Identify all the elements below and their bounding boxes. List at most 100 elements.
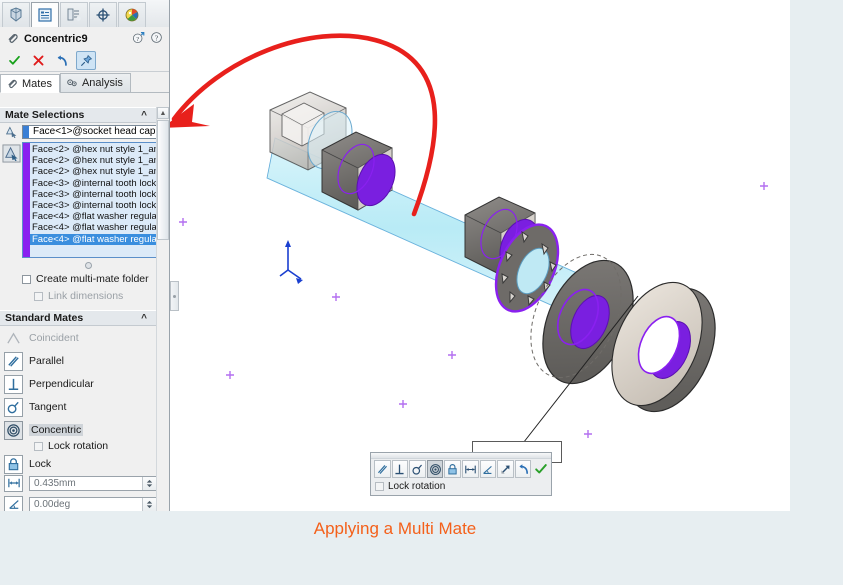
mate-context-buttons xyxy=(371,459,551,478)
distance-icon xyxy=(465,465,476,473)
link-dimensions-label: Link dimensions xyxy=(48,290,124,302)
screenshot-root: Concentric9 ? ? Mates Analysis Mate Sele… xyxy=(0,0,843,585)
face-list-item[interactable]: Face<4> @flat washer regular_a xyxy=(30,222,156,233)
help-question-icon[interactable]: ? xyxy=(150,31,163,44)
context-angle-button[interactable] xyxy=(479,460,497,478)
mate-option-tangent[interactable]: Tangent xyxy=(0,396,163,418)
context-lock-rotation-row[interactable]: Lock rotation xyxy=(371,478,551,492)
mate-selections-header[interactable]: Mate Selections ^ xyxy=(0,107,163,123)
context-concentric-button[interactable] xyxy=(426,460,444,478)
scrollbar-thumb[interactable] xyxy=(157,120,169,240)
perpendicular-icon xyxy=(395,464,404,474)
close-icon xyxy=(33,55,43,66)
property-list-icon xyxy=(38,8,52,22)
entities-to-mate-field[interactable]: Face<1>@socket head cap scre xyxy=(22,124,157,139)
concentric-icon xyxy=(4,420,23,440)
cancel-button[interactable] xyxy=(28,51,48,70)
face-list-item[interactable]: Face<3> @internal tooth lock w xyxy=(30,200,156,211)
multi-mate-selection-row: Face<2> @hex nut style 1_am-2 Face<2> @he… xyxy=(0,142,163,260)
panel-scrollbar[interactable]: ▲ xyxy=(156,107,169,511)
svg-text:?: ? xyxy=(136,36,139,43)
context-distance-button[interactable] xyxy=(461,460,479,478)
graphics-viewport[interactable] xyxy=(170,0,790,511)
ok-button[interactable] xyxy=(4,51,24,70)
mate-distance-value: 0.435mm xyxy=(34,477,76,489)
field-focus-marker xyxy=(23,125,29,138)
mate-distance-stepper[interactable] xyxy=(142,476,156,490)
context-lock-rotation-checkbox[interactable] xyxy=(375,482,384,491)
lock-rotation-row[interactable]: Lock rotation xyxy=(34,440,108,452)
mate-distance-field[interactable]: 0.435mm xyxy=(29,475,157,491)
property-manager-tab[interactable] xyxy=(31,2,59,27)
face-list-item[interactable]: Face<2> @hex nut style 1_am-2 xyxy=(30,144,156,155)
feature-manager-design-tree-tab[interactable] xyxy=(2,2,30,27)
create-multi-mate-folder-row[interactable]: Create multi-mate folder xyxy=(22,273,149,285)
mate-angle-stepper[interactable] xyxy=(142,497,156,511)
manager-tab-strip xyxy=(0,0,169,28)
undo-button[interactable] xyxy=(52,51,72,70)
entities-to-mate-row: Face<1>@socket head cap scre xyxy=(0,124,163,139)
angle-icon[interactable] xyxy=(4,495,23,511)
multi-select-indicator-bar xyxy=(23,143,30,257)
create-multi-mate-folder-checkbox[interactable] xyxy=(22,274,31,284)
parallel-icon xyxy=(377,464,387,474)
mate-distance-row: 0.435mm xyxy=(0,474,163,492)
standard-mates-header[interactable]: Standard Mates ^ xyxy=(0,310,163,326)
mate-option-coincident[interactable]: Coincident xyxy=(0,327,163,349)
mate-option-lock[interactable]: Lock xyxy=(0,453,163,475)
context-accept-button[interactable] xyxy=(532,460,549,478)
mate-angle-field[interactable]: 0.00deg xyxy=(29,496,157,511)
context-tangent-button[interactable] xyxy=(409,460,426,478)
face-list-items: Face<2> @hex nut style 1_am-2 Face<2> @he… xyxy=(30,143,156,257)
tab-mates[interactable]: Mates xyxy=(0,74,60,93)
mate-angle-value: 0.00deg xyxy=(34,498,71,510)
angle-icon xyxy=(483,465,493,474)
context-undo-button[interactable] xyxy=(514,460,532,478)
viewport-splitter-grip[interactable] xyxy=(170,281,179,311)
analysis-gear-icon xyxy=(67,79,77,87)
parallel-icon xyxy=(4,351,23,371)
mate-option-parallel[interactable]: Parallel xyxy=(0,350,163,372)
coincident-icon xyxy=(4,329,23,348)
face-list-item[interactable]: Face<2> @hex nut style 1_am-3 xyxy=(30,166,156,177)
dimxpert-manager-tab[interactable] xyxy=(89,2,117,27)
list-resize-grip[interactable] xyxy=(85,262,92,269)
help-pointer-icon[interactable]: ? xyxy=(132,31,145,44)
check-icon xyxy=(534,464,547,474)
mate-option-perpendicular[interactable]: Perpendicular xyxy=(0,373,163,395)
face-list-item[interactable]: Face<4> @flat washer regular_a xyxy=(30,211,156,222)
concentric-icon xyxy=(429,463,441,475)
tab-analysis[interactable]: Analysis xyxy=(59,73,131,92)
context-perpendicular-button[interactable] xyxy=(391,460,409,478)
entities-to-mate-value: Face<1>@socket head cap scre xyxy=(33,126,156,137)
face-list-item[interactable]: Face<2> @hex nut style 1_am-1 xyxy=(30,155,156,166)
context-align-button[interactable] xyxy=(497,460,514,478)
tangent-icon xyxy=(412,464,423,475)
context-parallel-button[interactable] xyxy=(374,460,391,478)
distance-icon[interactable] xyxy=(4,474,23,492)
link-dimensions-row: Link dimensions xyxy=(34,290,123,302)
face-list-item[interactable]: Face<3> @internal tooth lock w xyxy=(30,189,156,200)
configuration-manager-tab[interactable] xyxy=(60,2,88,27)
face-list-item[interactable]: Face<4> @flat washer regular_a xyxy=(30,233,156,245)
svg-text:?: ? xyxy=(155,33,158,42)
property-manager-panel: Concentric9 ? ? Mates Analysis Mate Sele… xyxy=(0,0,170,511)
face-list-item[interactable]: Face<3> @internal tooth lock w xyxy=(30,178,156,189)
tab-mates-label: Mates xyxy=(22,77,52,90)
check-icon xyxy=(8,55,20,65)
display-manager-tab[interactable] xyxy=(118,2,146,27)
appearance-palette-icon xyxy=(125,8,139,22)
keep-visible-pin-button[interactable] xyxy=(76,51,96,70)
mate-context-toolbar[interactable]: Lock rotation xyxy=(370,452,552,496)
mate-option-coincident-label: Coincident xyxy=(29,332,79,344)
mate-option-concentric[interactable]: Concentric xyxy=(0,419,163,441)
lock-rotation-checkbox[interactable] xyxy=(34,441,43,451)
context-lock-button[interactable] xyxy=(444,460,461,478)
scroll-up-arrow-icon[interactable]: ▲ xyxy=(157,107,169,119)
mates-paperclip-icon xyxy=(8,79,17,88)
chevron-up-icon: ^ xyxy=(141,110,147,121)
mate-paperclip-icon xyxy=(6,32,19,45)
help-icon-group: ? ? xyxy=(132,31,163,44)
multi-mate-face-list[interactable]: Face<2> @hex nut style 1_am-2 Face<2> @he… xyxy=(22,142,157,258)
solidworks-window: Concentric9 ? ? Mates Analysis Mate Sele… xyxy=(0,0,790,511)
